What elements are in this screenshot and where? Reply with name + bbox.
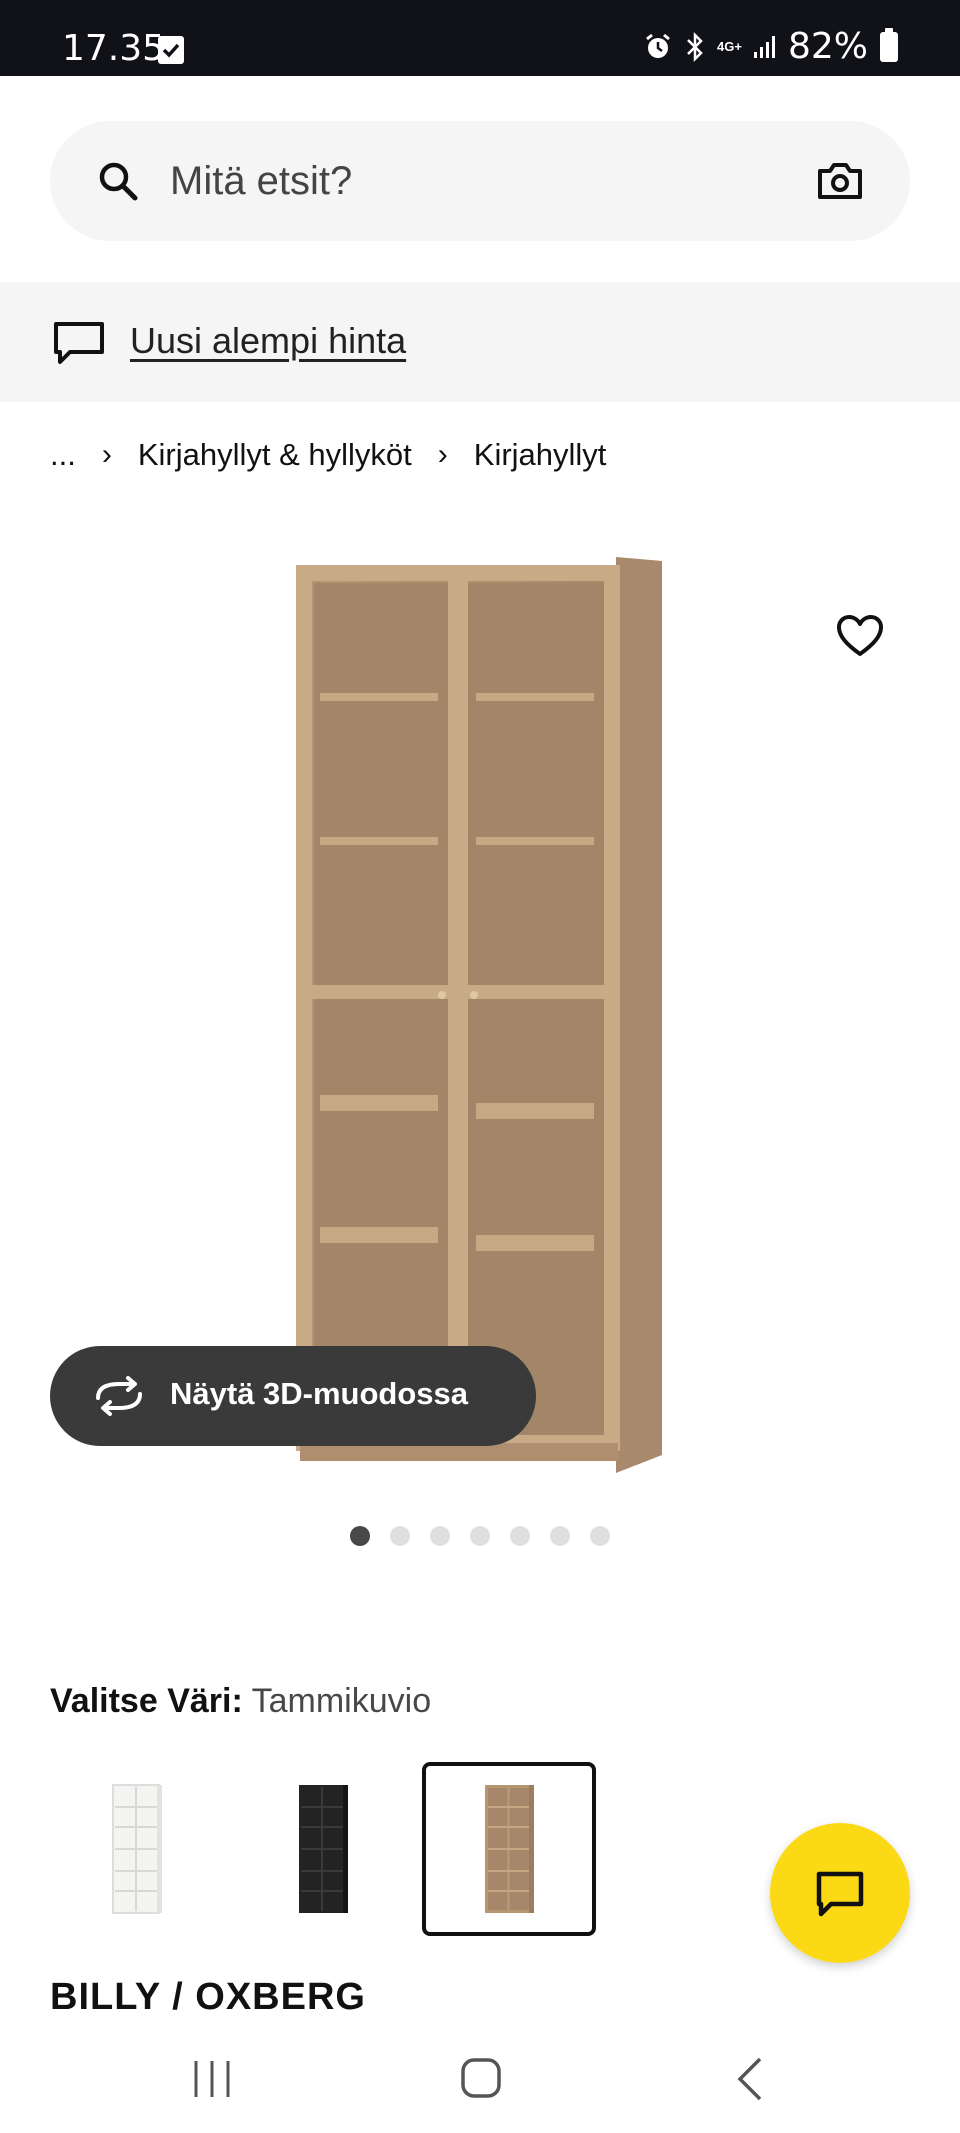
pagination-dot-3[interactable]: [430, 1526, 450, 1546]
chat-button[interactable]: [770, 1823, 910, 1963]
rotate-3d-icon: [96, 1376, 142, 1416]
color-selection-label: Valitse Väri: Tammikuvio: [50, 1682, 431, 1721]
alarm-icon: [646, 33, 670, 58]
view-3d-label: Näytä 3D-muodossa: [170, 1376, 469, 1411]
swatch-oak[interactable]: [422, 1762, 596, 1936]
checklist-notification-icon: [158, 36, 184, 64]
back-icon[interactable]: [736, 2057, 764, 2101]
home-icon[interactable]: [460, 2057, 502, 2099]
price-banner: Uusi alempi hinta: [0, 282, 960, 402]
swatch-black[interactable]: [236, 1762, 410, 1936]
pagination-dot-6[interactable]: [550, 1526, 570, 1546]
pagination-dot-2[interactable]: [390, 1526, 410, 1546]
view-3d-button[interactable]: Näytä 3D-muodossa: [50, 1346, 536, 1446]
search-icon: [99, 162, 138, 201]
chat-icon: [816, 1871, 864, 1917]
recent-apps-icon[interactable]: [192, 2059, 234, 2099]
color-label-prefix: Valitse Väri:: [50, 1682, 243, 1720]
image-pagination: [350, 1526, 610, 1546]
signal-icon: [753, 35, 775, 58]
heart-icon[interactable]: [836, 614, 884, 658]
camera-icon[interactable]: [816, 159, 864, 203]
product-name: BILLY / OXBERG: [50, 1976, 366, 2016]
new-lower-price-link[interactable]: Uusi alempi hinta: [130, 320, 406, 362]
breadcrumb-item-bookcases-shelves[interactable]: Kirjahyllyt & hyllyköt: [138, 437, 412, 473]
bluetooth-icon: [687, 31, 703, 62]
status-bar: 17.35 4G+ 82%: [0, 0, 960, 76]
chevron-right-icon: ›: [437, 438, 448, 471]
product-image[interactable]: [290, 555, 666, 1475]
breadcrumb: ... › Kirjahyllyt & hyllyköt › Kirjahyll…: [50, 437, 606, 473]
chevron-right-icon: ›: [101, 438, 112, 471]
color-swatches: [50, 1762, 596, 1936]
swatch-white[interactable]: [50, 1762, 224, 1936]
pagination-dot-4[interactable]: [470, 1526, 490, 1546]
status-time: 17.35: [62, 28, 166, 69]
pagination-dot-5[interactable]: [510, 1526, 530, 1546]
system-navigation-bar: [0, 2023, 960, 2133]
pagination-dot-7[interactable]: [590, 1526, 610, 1546]
speech-bubble-icon: [54, 322, 104, 364]
search-input[interactable]: [170, 149, 730, 213]
status-icons: 4G+ 82%: [643, 26, 898, 67]
network-type: 4G+: [717, 38, 742, 54]
search-bar[interactable]: [50, 121, 910, 241]
breadcrumb-ellipsis[interactable]: ...: [50, 437, 76, 473]
breadcrumb-item-bookcases[interactable]: Kirjahyllyt: [474, 437, 607, 473]
pagination-dot-1[interactable]: [350, 1526, 370, 1546]
color-value: Tammikuvio: [251, 1682, 432, 1720]
battery-icon: [880, 27, 898, 62]
battery-percent: 82%: [787, 26, 868, 67]
